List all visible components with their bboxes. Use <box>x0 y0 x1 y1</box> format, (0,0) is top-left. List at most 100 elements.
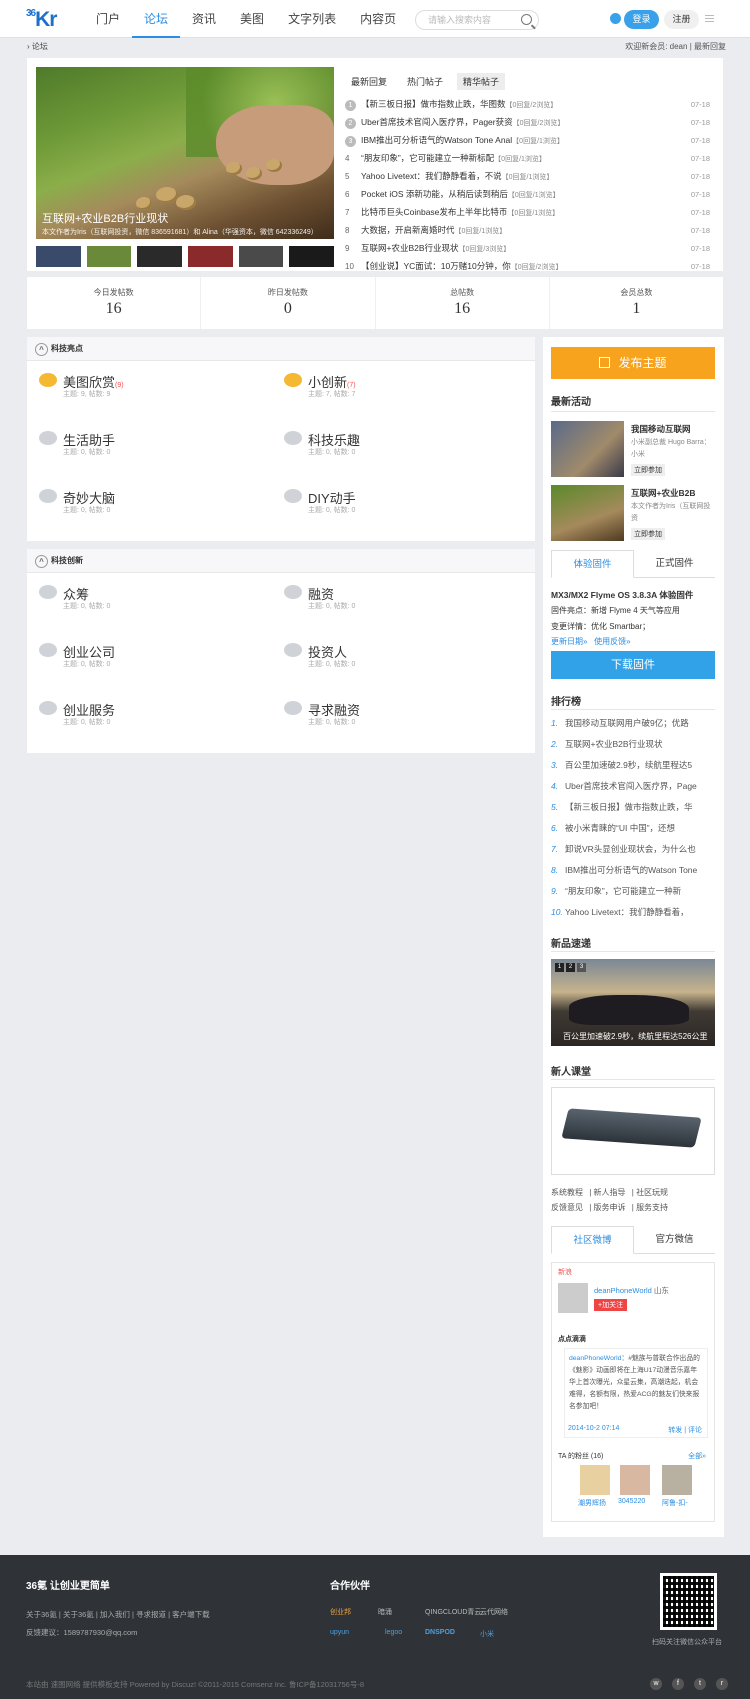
thumb-6[interactable] <box>289 246 335 267</box>
nav-content[interactable]: 内容页 <box>348 0 408 38</box>
footer-feedback[interactable]: 反馈建议：1589787930@qq.com <box>26 1627 137 1638</box>
slide-caption[interactable]: 互联网+农业B2B行业现状 <box>42 210 168 226</box>
partner-logo[interactable]: QINGCLOUD青云 <box>425 1607 481 1617</box>
hot-title[interactable]: 【新三板日报】做市指数止跌，华图数【0回复/2浏览】 <box>361 95 686 115</box>
activity-image-1[interactable] <box>551 421 624 477</box>
fan-name[interactable]: 阿鲁-扣- <box>662 1498 688 1508</box>
product-image[interactable]: 1 2 3 百公里加速破2.9秒，续航里程达526公里 <box>551 959 715 1046</box>
slide-image[interactable]: 互联网+农业B2B行业现状 本文作者为Iris（互联网投资，微信 8365916… <box>36 67 334 239</box>
comment-link[interactable]: 评论 <box>688 1427 702 1434</box>
tab-wechat[interactable]: 官方微信 <box>634 1226 715 1253</box>
all-fans-link[interactable]: 全部» <box>688 1451 706 1461</box>
post-button[interactable]: 发布主题 <box>551 347 715 379</box>
carousel-dot-3[interactable]: 3 <box>577 963 586 972</box>
hot-list-item[interactable]: 2 Uber首席技术官闯入医疗界，Pager获资【0回复/2浏览】 07-18 <box>345 114 710 132</box>
link-appeal[interactable]: 版务申诉 <box>594 1203 626 1212</box>
rank-item[interactable]: 8. IBM推出可分析语气的Watson Tone <box>551 860 715 881</box>
hot-title[interactable]: Yahoo Livetext：我们静静看着，不说【0回复/1浏览】 <box>361 167 686 187</box>
nav-forum[interactable]: 论坛 <box>132 0 181 38</box>
thumb-4[interactable] <box>188 246 233 267</box>
fan-avatar[interactable] <box>580 1465 610 1495</box>
hot-title[interactable]: 互联网+农业B2B行业现状【0回复/3浏览】 <box>361 239 686 259</box>
carousel-dot-2[interactable]: 2 <box>566 963 575 972</box>
thumb-2[interactable] <box>86 246 132 267</box>
rank-item[interactable]: 5. 【新三板日报】做市指数止跌，华 <box>551 797 715 818</box>
forum-item[interactable]: 创业公司 主题: 0, 帖数: 0 <box>27 637 227 677</box>
forum-item[interactable]: DIY动手 主题: 0, 帖数: 0 <box>272 483 472 523</box>
welcome-text[interactable]: 欢迎新会员: dean <box>625 42 687 51</box>
search-icon[interactable] <box>521 14 532 25</box>
forum-item[interactable]: 创业服务 主题: 0, 帖数: 0 <box>27 695 227 735</box>
rank-item[interactable]: 6. 被小米青睐的“UI 中国”，还想 <box>551 818 715 839</box>
section-header[interactable]: 科技创新 <box>27 549 535 573</box>
fan-avatar[interactable] <box>620 1465 650 1495</box>
search-input[interactable]: 请输入搜索内容 <box>415 10 539 30</box>
rank-item[interactable]: 2. 互联网+农业B2B行业现状 <box>551 734 715 755</box>
nav-gallery[interactable]: 美图 <box>228 0 276 38</box>
tab-beta-firmware[interactable]: 体验固件 <box>551 550 634 578</box>
fan-name[interactable]: 3045220 <box>618 1498 645 1505</box>
tab-hot[interactable]: 热门帖子 <box>401 73 449 90</box>
partner-logo[interactable]: legoo <box>385 1629 402 1636</box>
forum-item[interactable]: 奇妙大脑 主题: 0, 帖数: 0 <box>27 483 227 523</box>
hot-title[interactable]: IBM推出可分析语气的Watson Tone Anal【0回复/1浏览】 <box>361 131 686 151</box>
feedback-link[interactable]: 使用反馈» <box>594 637 630 646</box>
update-date-link[interactable]: 更新日期» <box>551 637 587 646</box>
partner-logo[interactable]: 暗涌 <box>378 1607 392 1617</box>
twitter-icon[interactable]: t <box>694 1678 706 1690</box>
link-support[interactable]: 服务支持 <box>636 1203 668 1212</box>
forum-item[interactable]: 投资人 主题: 0, 帖数: 0 <box>272 637 472 677</box>
forum-item[interactable]: 科技乐趣 主题: 0, 帖数: 0 <box>272 425 472 465</box>
partner-logo[interactable]: 云代网络 <box>480 1607 508 1617</box>
hot-title[interactable]: “朋友印象”，它可能建立一种新标配【0回复/1浏览】 <box>361 149 686 169</box>
hot-list-item[interactable]: 7 比特币巨头Coinbase发布上半年比特币【0回复/1浏览】 07-18 <box>345 204 710 222</box>
forum-item[interactable]: 众筹 主题: 0, 帖数: 0 <box>27 579 227 619</box>
breadcrumb-current[interactable]: 论坛 <box>32 42 48 51</box>
link-feedback[interactable]: 反馈意见 <box>551 1203 583 1212</box>
hot-title[interactable]: 【创业说】YC面试：10万赌10分钟，你【0回复/2浏览】 <box>361 257 686 277</box>
forum-item[interactable]: 生活助手 主题: 0, 帖数: 0 <box>27 425 227 465</box>
download-firmware-button[interactable]: 下载固件 <box>551 651 715 679</box>
rank-item[interactable]: 3. 百公里加速破2.9秒，续航里程达5 <box>551 755 715 776</box>
hot-title[interactable]: 比特币巨头Coinbase发布上半年比特币【0回复/1浏览】 <box>361 203 686 223</box>
class-image[interactable] <box>551 1087 715 1175</box>
fan-name[interactable]: 潮男辉扬 <box>578 1498 606 1508</box>
activity-title-2[interactable]: 互联网+农业B2B <box>631 487 695 499</box>
link-guide[interactable]: 新人指导 <box>594 1188 626 1197</box>
hot-title[interactable]: Pocket iOS 添新功能，从稍后读到稍后【0回复/1浏览】 <box>361 185 686 205</box>
partner-logo[interactable]: 小米 <box>480 1629 494 1639</box>
hot-list-item[interactable]: 5 Yahoo Livetext：我们静静看着，不说【0回复/1浏览】 07-18 <box>345 168 710 186</box>
nav-text-list[interactable]: 文字列表 <box>276 0 348 38</box>
tab-digest[interactable]: 精华帖子 <box>457 73 506 90</box>
register-button[interactable]: 注册 <box>664 10 699 29</box>
forum-item[interactable]: 小创新(7) 主题: 7, 帖数: 7 <box>272 367 472 407</box>
nav-news[interactable]: 资讯 <box>180 0 228 38</box>
hot-list-item[interactable]: 10 【创业说】YC面试：10万赌10分钟，你【0回复/2浏览】 07-18 <box>345 258 710 276</box>
partner-logo[interactable]: DNSPOD <box>425 1629 455 1636</box>
partner-logo[interactable]: upyun <box>330 1629 349 1636</box>
activity-image-2[interactable] <box>551 485 624 541</box>
login-button[interactable]: 登录 <box>624 10 659 29</box>
hot-title[interactable]: Uber首席技术官闯入医疗界，Pager获资【0回复/2浏览】 <box>361 113 686 133</box>
hot-list-item[interactable]: 4 “朋友印象”，它可能建立一种新标配【0回复/1浏览】 07-18 <box>345 150 710 168</box>
follow-button[interactable]: +加关注 <box>594 1299 628 1311</box>
carousel-dot-1[interactable]: 1 <box>555 963 564 972</box>
link-rules[interactable]: 社区玩规 <box>636 1188 668 1197</box>
hot-title[interactable]: 大数据，开启新离婚时代【0回复/1浏览】 <box>361 221 686 241</box>
forum-item[interactable]: 寻求融资 主题: 0, 帖数: 0 <box>272 695 472 735</box>
forum-item[interactable]: 融资 主题: 0, 帖数: 0 <box>272 579 472 619</box>
repost-link[interactable]: 转发 <box>668 1427 682 1434</box>
thumb-5[interactable] <box>238 246 284 267</box>
rank-item[interactable]: 10. Yahoo Livetext：我们静静看着， <box>551 902 715 923</box>
tab-stable-firmware[interactable]: 正式固件 <box>634 550 715 577</box>
activity-join-2[interactable]: 立即参加 <box>631 528 665 540</box>
activity-join-1[interactable]: 立即参加 <box>631 464 665 476</box>
forum-item[interactable]: 美图欣赏(9) 主题: 9, 帖数: 9 <box>27 367 227 407</box>
hot-list-item[interactable]: 6 Pocket iOS 添新功能，从稍后读到稍后【0回复/1浏览】 07-18 <box>345 186 710 204</box>
latest-reply-link[interactable]: 最新回复 <box>694 42 726 51</box>
weibo-icon[interactable]: w <box>650 1678 662 1690</box>
hot-list-item[interactable]: 8 大数据，开启新离婚时代【0回复/1浏览】 07-18 <box>345 222 710 240</box>
rank-item[interactable]: 9. “朋友印象”，它可能建立一种新 <box>551 881 715 902</box>
avatar[interactable] <box>558 1283 588 1313</box>
rank-item[interactable]: 7. 卸说VR头显创业现状会，为什么也 <box>551 839 715 860</box>
